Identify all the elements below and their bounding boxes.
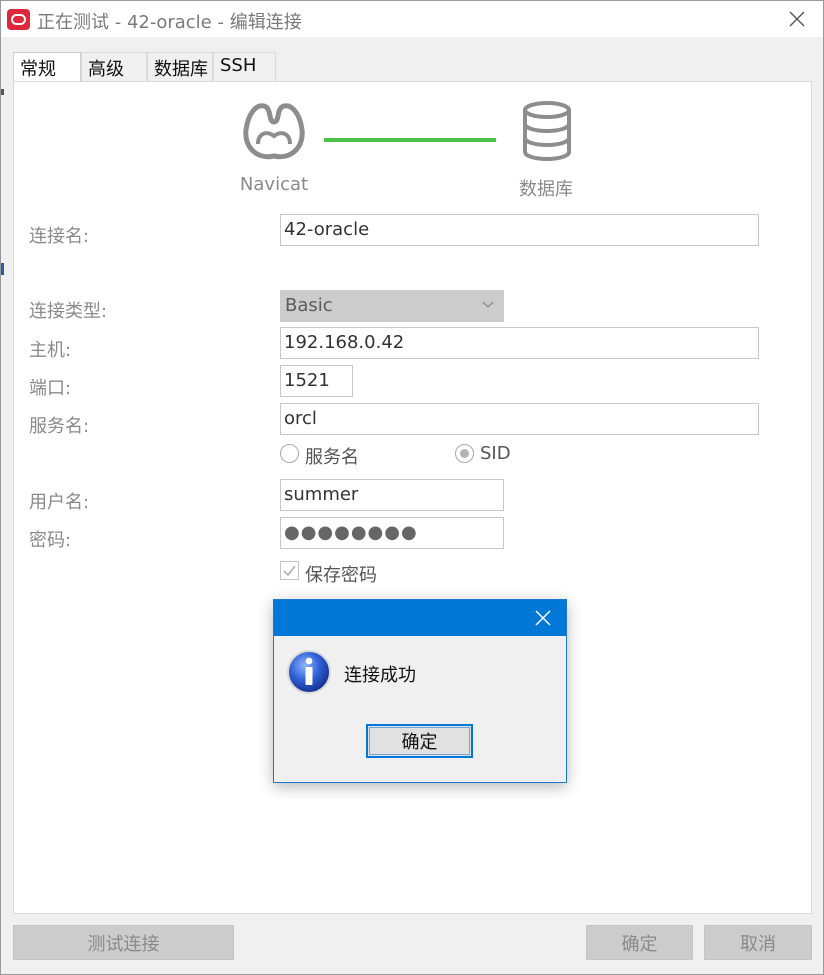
tab-general[interactable]: 常规 [13,52,81,83]
connection-status-line [324,138,496,142]
connection-name-label: 连接名: [29,226,90,247]
password-label: 密码: [29,530,72,551]
service-name-input[interactable]: orcl [280,403,759,435]
port-label: 端口: [29,378,72,399]
cancel-button[interactable]: 取消 [704,925,812,960]
dialog-ok-label: 确定 [401,732,438,753]
background-edge-mark [1,89,4,95]
username-input[interactable]: summer [280,479,504,511]
background-edge-mark [1,263,4,275]
sid-radio[interactable] [455,444,474,463]
service-name-label: 服务名: [29,416,90,437]
chevron-down-icon [482,301,494,308]
database-icon [523,101,571,161]
dialog-ok-button[interactable]: 确定 [366,724,473,758]
dialog-close-button[interactable] [526,602,560,634]
port-input[interactable]: 1521 [280,365,353,397]
navicat-label: Navicat [239,174,309,195]
ok-button[interactable]: 确定 [586,925,693,960]
checkmark-icon [283,565,296,577]
edit-connection-window: 正在测试 - 42-oracle - 编辑连接 常规 高级 数据库 SSH Na… [0,0,824,975]
tab-advanced[interactable]: 高级 [81,52,147,82]
oracle-app-icon [7,9,30,30]
save-password-label: 保存密码 [305,565,377,586]
window-close-button[interactable] [781,5,813,33]
dialog-message: 连接成功 [344,665,416,686]
navicat-logo-icon [243,103,305,160]
connection-type-label: 连接类型: [29,301,108,322]
close-icon [789,11,805,27]
connection-success-dialog: 连接成功 确定 [273,599,567,783]
tab-ssh[interactable]: SSH [213,52,276,82]
save-password-checkbox[interactable] [280,561,299,580]
test-connection-button[interactable]: 测试连接 [13,925,234,960]
window-title: 正在测试 - 42-oracle - 编辑连接 [37,12,302,33]
service-name-radio[interactable] [280,444,299,463]
dialog-title-bar [274,600,566,636]
connection-name-input[interactable]: 42-oracle [280,214,759,246]
database-label: 数据库 [519,179,573,200]
connection-type-select[interactable]: Basic [280,290,504,322]
general-tab-panel: Navicat 数据库 连接名: 42-oracle 连接类型: Basic 主… [13,81,812,914]
username-label: 用户名: [29,492,90,513]
password-input[interactable]: ●●●●●●●● [280,517,504,549]
host-input[interactable]: 192.168.0.42 [280,327,759,359]
sid-radio-label: SID [480,443,511,464]
info-icon [287,650,331,694]
close-icon [535,610,551,626]
title-bar: 正在测试 - 42-oracle - 编辑连接 [1,1,823,37]
tab-database[interactable]: 数据库 [147,52,213,82]
service-name-radio-label: 服务名 [305,447,359,468]
host-label: 主机: [29,340,72,361]
connection-type-value: Basic [285,295,333,316]
